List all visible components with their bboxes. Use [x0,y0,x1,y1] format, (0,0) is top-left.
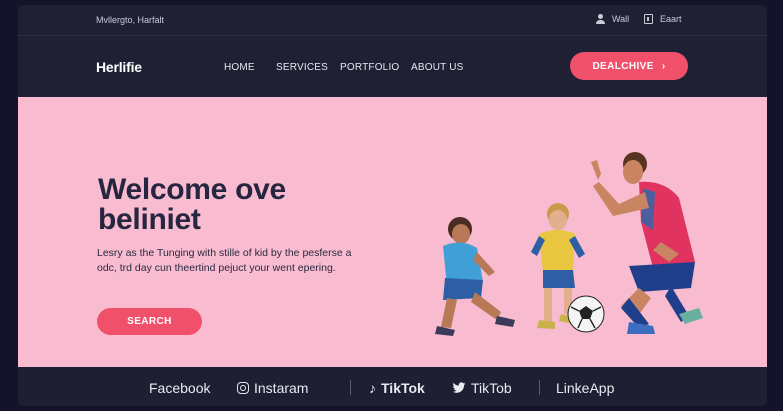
social-link-linkedapp[interactable]: LinkeApp [556,380,614,396]
footer-divider [350,380,351,395]
nav-home[interactable]: HOME [224,62,255,73]
user-icon [596,14,605,24]
cta-button[interactable]: DEALCHIVE › [570,52,688,80]
hero-title-line-1: Welcome ove [98,173,286,206]
app-frame: Mvllergto, Harfalt Wall Eaart Herlifie H… [18,5,767,406]
social-link-instagram[interactable]: Instaram [237,380,308,396]
chevron-right-icon: › [661,60,666,72]
hero-title: Welcome ove beliniet [98,175,378,235]
cart-link[interactable]: Eaart [644,14,682,24]
main-navbar: Herlifie HOME SERVICES PORTFOLIO ABOUT U… [18,37,767,97]
account-link[interactable]: Wall [596,14,629,24]
social-label-instagram: Instaram [254,380,309,396]
social-label-linkedapp: LinkeApp [556,380,615,396]
social-label-tiktok: TikTok [381,380,425,396]
social-label-facebook: Facebook [149,380,211,396]
soccer-ball [567,295,605,333]
tagline: Mvllergto, Harfalt [96,15,165,25]
social-label-twitter: TikTob [471,380,512,396]
hero-title-line-2: beliniet [98,203,201,236]
account-label: Wall [612,14,630,24]
social-link-twitter[interactable]: TikTob [452,380,512,396]
instagram-icon [237,382,249,394]
footer-divider [539,380,540,395]
hero-illustration [435,152,703,336]
coach-figure [591,152,703,334]
cta-label: DEALCHIVE [592,60,654,72]
child-left-figure [435,217,515,336]
social-link-facebook[interactable]: Facebook [149,380,210,396]
top-bar: Mvllergto, Harfalt Wall Eaart [18,5,767,36]
nav-about-us[interactable]: ABOUT US [411,62,464,73]
cart-icon [644,14,653,24]
twitter-icon [452,382,466,393]
search-button[interactable]: SEARCH [97,308,202,335]
nav-services[interactable]: SERVICES [276,62,328,73]
social-footer: Facebook Instaram ♪ TikTok TikTob LinkeA… [18,367,767,406]
cart-label: Eaart [660,14,682,24]
hero-section: Welcome ove beliniet Lesry as the Tungin… [18,97,767,367]
nav-portfolio[interactable]: PORTFOLIO [340,62,399,73]
site-logo[interactable]: Herlifie [96,59,142,75]
hero-description: Lesry as the Tunging with stille of kid … [97,247,352,274]
social-link-tiktok[interactable]: ♪ TikTok [369,380,425,396]
tiktok-icon: ♪ [369,380,376,396]
